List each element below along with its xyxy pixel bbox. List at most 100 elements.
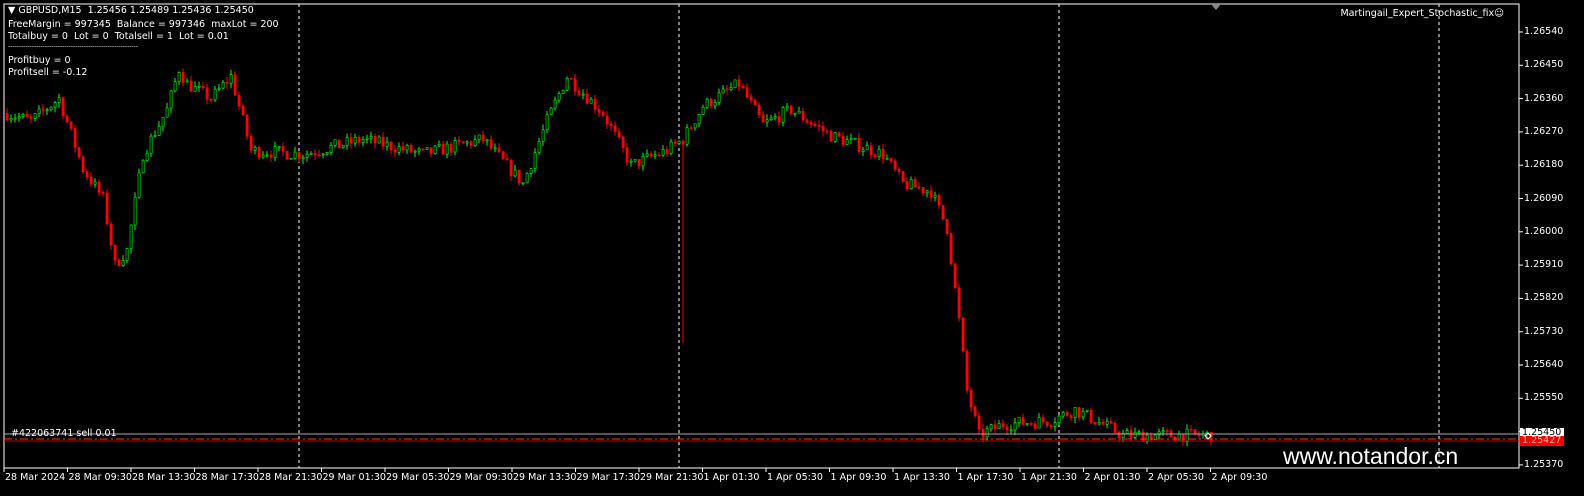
candle-body [477,134,481,140]
y-tick-label: 1.26360 [1524,92,1564,104]
candle-body [625,147,629,163]
profit-sell: Profitsell = -0.12 [8,67,88,78]
candle-body [93,181,97,185]
candle-body [813,124,817,126]
candle-body [705,98,709,108]
candle-body [237,94,241,107]
x-tick-label: 29 Mar 09:30 [449,472,513,483]
y-tick-label: 1.26180 [1524,159,1564,171]
candle-body [397,146,401,153]
candle-body [433,145,437,154]
candle-body [1009,429,1013,432]
x-tick-label: 2 Apr 01:30 [1084,472,1141,483]
y-tick-label: 1.25820 [1524,292,1564,304]
candle-body [941,204,945,220]
candle-body [665,149,669,154]
candle-body [261,154,265,158]
candle-body [657,154,661,157]
x-tick-label: 29 Mar 17:30 [576,472,640,483]
candle-body [277,146,281,148]
candle-body [685,127,689,145]
candle-body [993,424,997,429]
candle-body [569,77,573,80]
candle-body [669,141,673,154]
symbol-header[interactable]: ▼ GBPUSD,M15 1.25456 1.25489 1.25436 1.2… [8,5,254,17]
candle-body [393,149,397,153]
candle-body [117,259,121,266]
candle-body [1113,422,1117,433]
candle-body [1093,422,1097,425]
candle-body [1153,434,1157,441]
candle-body [901,171,905,182]
candle-body [1101,421,1105,425]
candle-body [537,141,541,153]
x-tick-label: 1 Apr 13:30 [894,472,950,483]
candle-body [673,141,677,144]
candle-body [977,415,981,430]
candle-body [405,145,409,151]
candle-body [177,72,181,83]
candle-body [417,148,421,152]
candle-body [505,158,509,161]
order-price-box: 1.25427 [1520,436,1564,446]
candle-body [953,263,957,289]
candle-body [149,135,153,154]
candle-body [1073,407,1077,418]
candle-body [189,80,193,92]
x-tick-label: 2 Apr 05:30 [1148,472,1204,483]
candle-body [265,154,269,157]
candle-body [209,99,213,101]
candle-body [697,113,701,125]
candle-body [105,192,109,225]
candle-body [1125,430,1129,434]
candle-body [965,350,969,391]
candle-body [333,139,337,146]
candle-body [961,317,965,352]
candle-body [301,157,305,159]
candle-body [745,87,749,98]
candle-body [1141,431,1145,442]
candle-body [61,97,65,117]
candle-body [465,141,469,144]
candle-body [913,179,917,188]
candle-body [381,136,385,147]
collapse-triangle-icon[interactable]: ▼ [8,5,18,16]
candle-body [1021,417,1025,425]
candle-body [509,159,513,177]
candle-body [441,144,445,155]
candle-body [677,140,681,144]
candle-body [73,128,77,148]
candle-body [153,134,157,137]
candle-body [789,105,793,114]
candle-body [377,136,381,144]
candle-body [1025,423,1029,425]
candle-body [257,147,261,158]
candle-body [921,187,925,194]
candle-body [101,192,105,194]
candle-body [857,137,861,152]
candle-body [133,196,137,226]
candle-body [57,97,61,103]
y-tick-label: 1.25370 [1524,458,1564,470]
expert-advisor-label[interactable]: Martingail_Expert_Stochastic_fix☺ [1340,8,1504,19]
order-label: #422063741 sell 0.01 [11,428,117,439]
candle-body [449,143,453,153]
candle-body [365,137,369,140]
candle-body [313,153,317,155]
candle-body [321,153,325,156]
candle-body [777,116,781,123]
candle-body [629,160,633,163]
candle-body [821,125,825,132]
candle-body [577,90,581,95]
x-tick-label: 29 Mar 05:30 [386,472,450,483]
candle-body [1041,417,1045,423]
candle-body [945,218,949,234]
candle-body [17,116,21,119]
candle-body [1193,429,1197,435]
candle-body [221,82,225,89]
candle-body [865,145,869,151]
candle-body [969,389,973,408]
candle-body [617,131,621,138]
price-chart[interactable] [0,0,1584,496]
stats-line-1: FreeMargin = 997345 Balance = 997346 max… [8,19,279,30]
